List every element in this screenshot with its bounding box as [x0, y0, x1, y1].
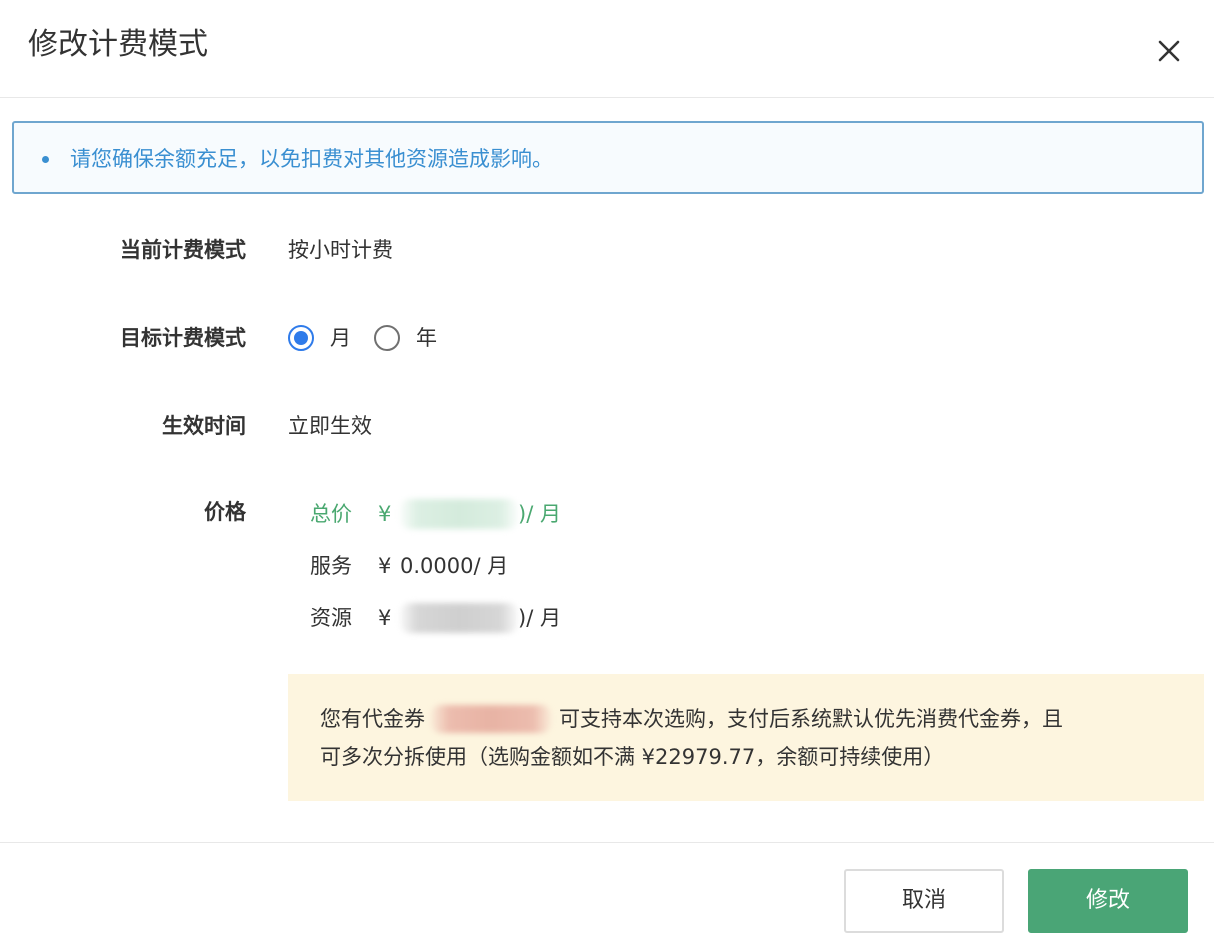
- price-service-unit: / 月: [473, 554, 509, 578]
- dialog-title: 修改计费模式: [28, 27, 208, 62]
- current-mode-label: 当前计费模式: [120, 238, 246, 262]
- change-billing-dialog: 修改计费模式 请您确保余额充足，以免扣费对其他资源造成影响。 当前计费模式 按小…: [0, 0, 1214, 942]
- voucher-redacted: [431, 705, 551, 733]
- close-button[interactable]: [1150, 32, 1188, 70]
- price-resource-unit: / 月: [526, 606, 561, 630]
- confirm-modify-button[interactable]: 修改: [1028, 869, 1188, 933]
- price-resource-tail: ): [518, 606, 527, 630]
- alert-text: 请您确保余额充足，以免扣费对其他资源造成影响。: [70, 147, 553, 171]
- price-total-redacted: [400, 499, 518, 529]
- radio-unchecked-icon[interactable]: [374, 325, 400, 351]
- bullet-dot-icon: [42, 156, 49, 163]
- close-icon: [1158, 40, 1180, 62]
- current-mode-value: 按小时计费: [288, 238, 393, 262]
- radio-month[interactable]: 月: [288, 323, 358, 353]
- price-total-unit: / 月: [526, 502, 561, 526]
- price-resource-redacted: [400, 603, 518, 633]
- voucher-line-1: 您有代金券 可支持本次选购，支付后系统默认优先消费代金券，且: [320, 704, 1063, 734]
- price-total-tail: ): [518, 502, 527, 526]
- price-total: 总价 ¥) / 月: [310, 499, 561, 529]
- radio-year-label: 年: [416, 326, 437, 350]
- price-label: 价格: [204, 500, 246, 524]
- effective-time-label: 生效时间: [162, 414, 246, 438]
- price-service-symbol: ¥: [378, 554, 392, 578]
- radio-month-label: 月: [330, 326, 351, 350]
- radio-checked-icon[interactable]: [288, 325, 314, 351]
- balance-warning-alert: 请您确保余额充足，以免扣费对其他资源造成影响。: [12, 121, 1204, 194]
- voucher-line-2: 可多次分拆使用（选购金额如不满 ¥22979.77，余额可持续使用）: [320, 745, 945, 769]
- price-total-name: 总价: [310, 502, 352, 526]
- price-service: 服务 ¥0.0000 / 月: [310, 551, 508, 581]
- target-mode-label: 目标计费模式: [120, 326, 246, 350]
- dialog-footer: 取消 修改: [0, 842, 1214, 942]
- voucher-prefix: 您有代金券: [320, 707, 425, 731]
- voucher-notice: 您有代金券 可支持本次选购，支付后系统默认优先消费代金券，且 可多次分拆使用（选购…: [288, 674, 1204, 801]
- radio-year[interactable]: 年: [374, 323, 444, 353]
- voucher-line1-suffix: 可支持本次选购，支付后系统默认优先消费代金券，且: [559, 707, 1063, 731]
- price-resource-name: 资源: [310, 606, 352, 630]
- price-resource-symbol: ¥: [378, 606, 392, 630]
- price-service-value: 0.0000: [400, 554, 474, 578]
- dialog-header: 修改计费模式: [0, 0, 1214, 98]
- price-total-symbol: ¥: [378, 502, 392, 526]
- price-resource: 资源 ¥) / 月: [310, 603, 561, 633]
- effective-time-value: 立即生效: [288, 414, 372, 438]
- price-service-name: 服务: [310, 554, 352, 578]
- cancel-button[interactable]: 取消: [844, 869, 1004, 933]
